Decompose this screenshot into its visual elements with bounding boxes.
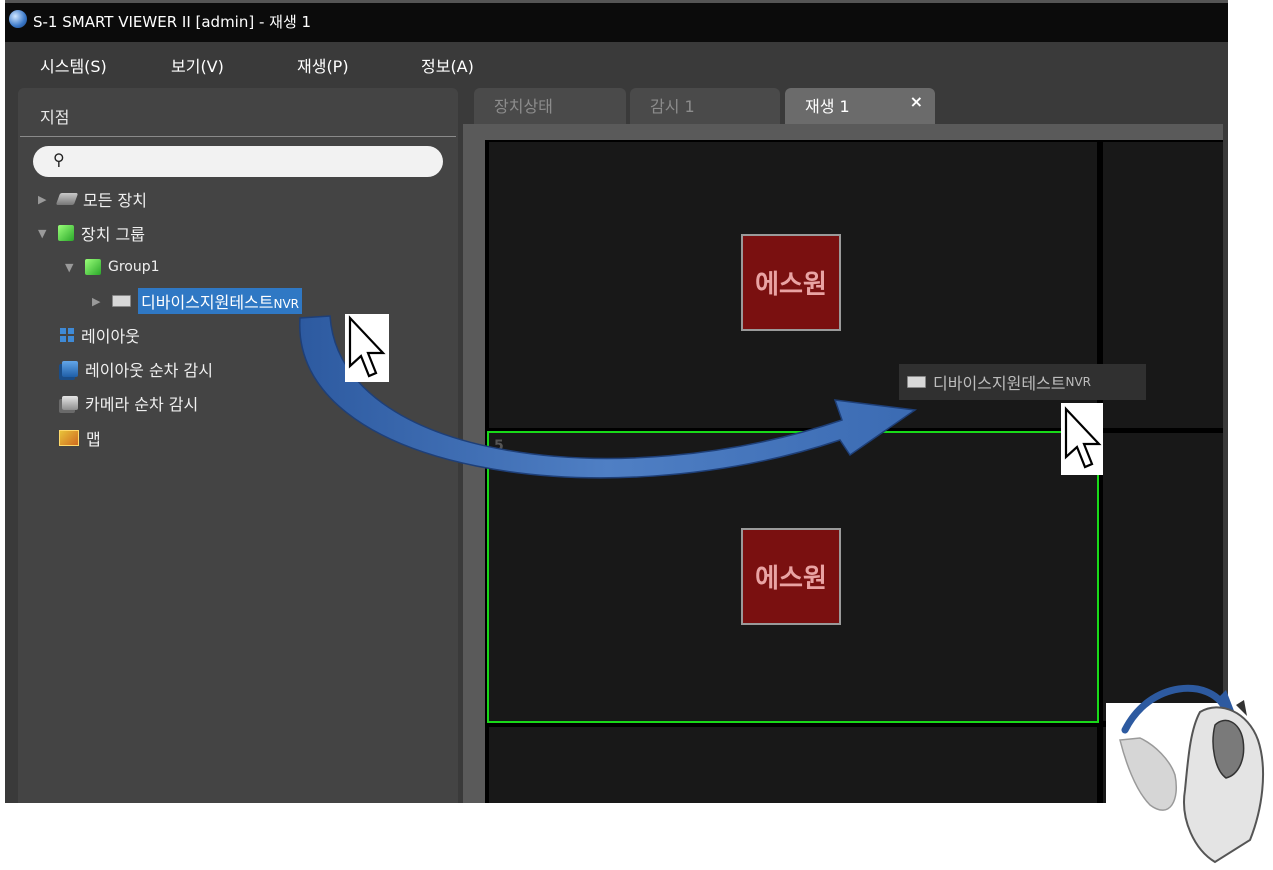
hand-drag-illustration-icon [1106, 684, 1273, 870]
